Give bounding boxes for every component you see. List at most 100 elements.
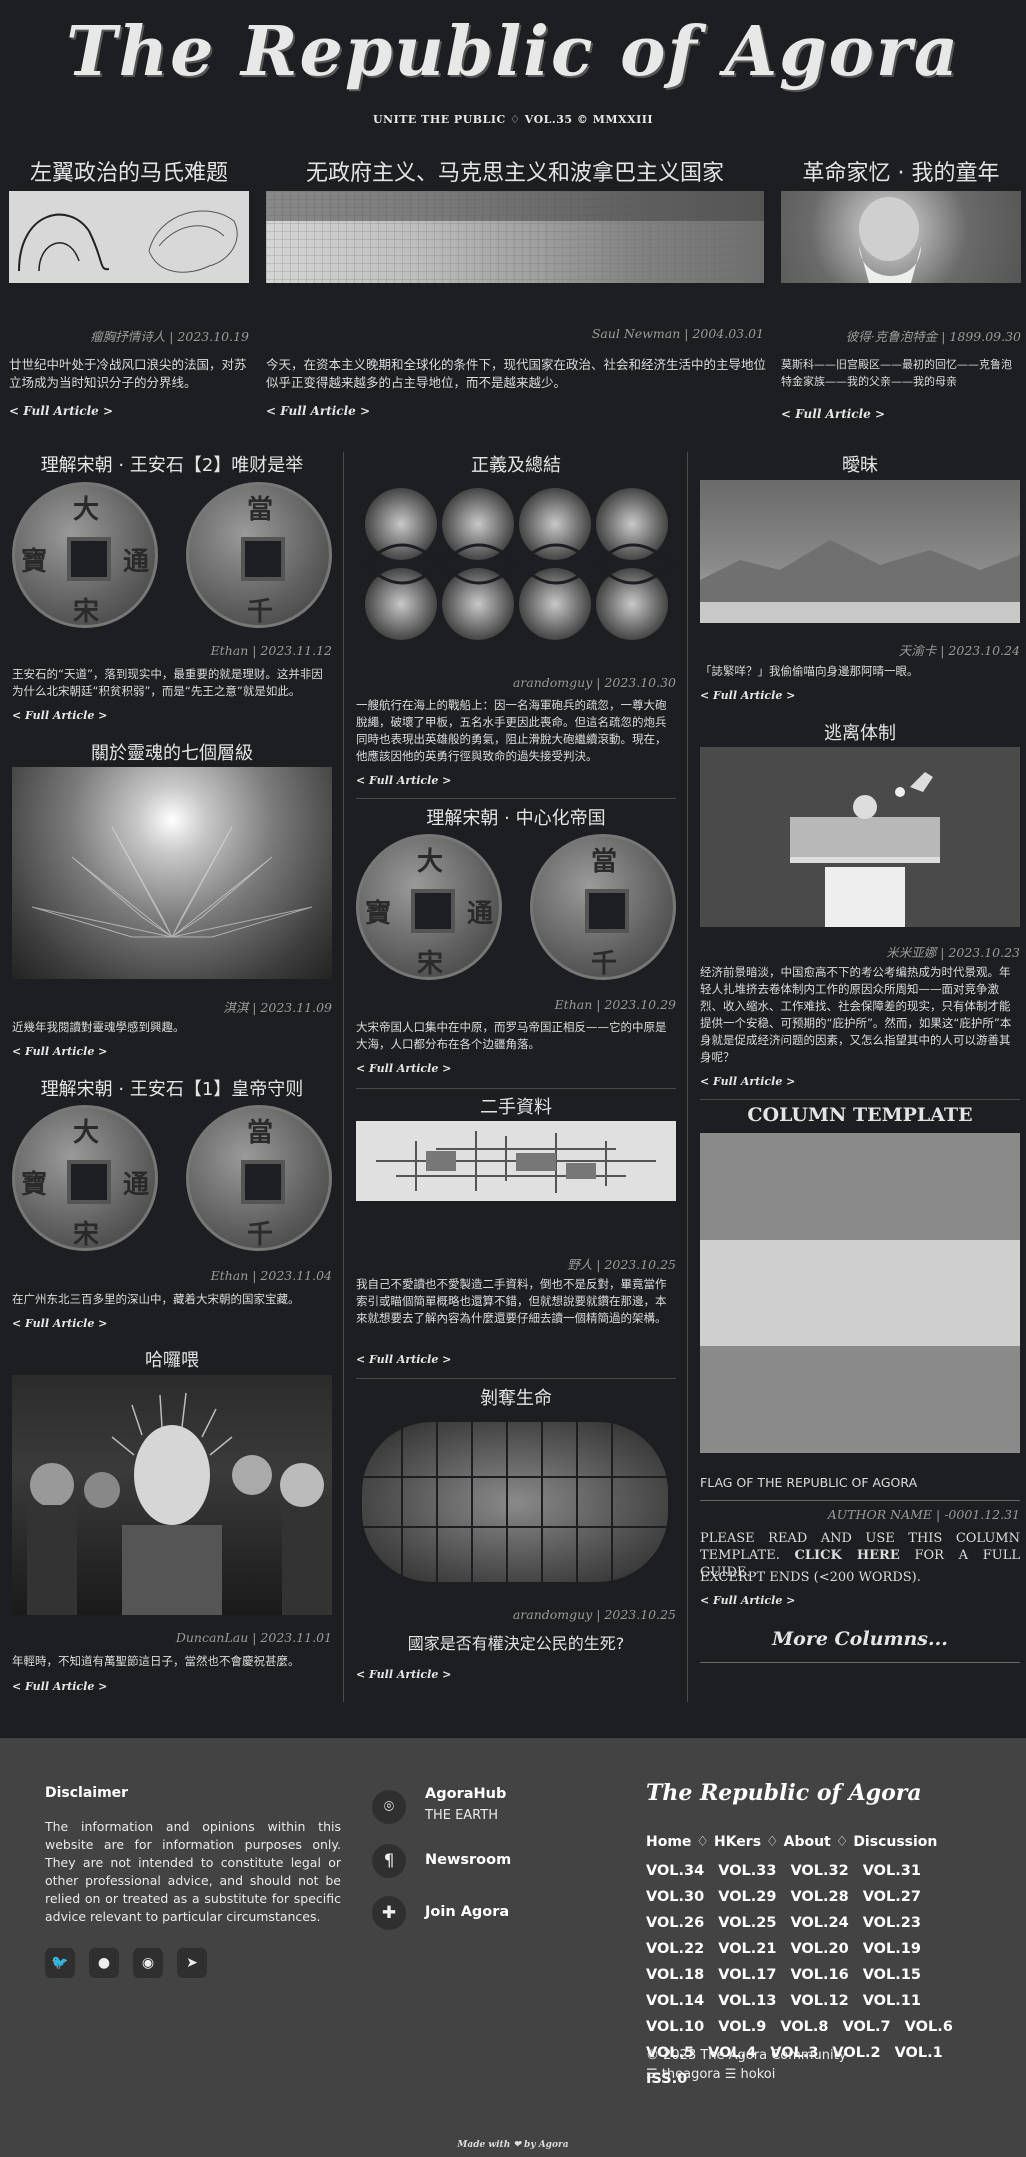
petal-pattern-illustration [364, 488, 674, 640]
article-image[interactable] [356, 486, 676, 641]
volume-link[interactable]: VOL.16 [790, 1962, 848, 1988]
tagline: UNITE THE PUBLIC ♢ VOL.35 © MMXXIII [372, 113, 654, 126]
site-footer: Disclaimer The information and opinions … [0, 1738, 1026, 2157]
volume-link[interactable]: VOL.20 [790, 1936, 848, 1962]
full-article-link[interactable]: < Full Article > [12, 1317, 107, 1330]
article-image[interactable] [266, 191, 764, 283]
column-divider [343, 452, 344, 1702]
volume-link[interactable]: VOL.14 [646, 1988, 704, 2014]
article-title[interactable]: 理解宋朝 · 王安石【2】唯财是举 [12, 451, 332, 477]
more-columns-link[interactable]: More Columns... [700, 1628, 1020, 1650]
article-title[interactable]: 正義及總結 [356, 451, 676, 477]
social-links: 🐦 ● ◉ ➤ [45, 1948, 207, 1978]
full-article-link[interactable]: < Full Article > [781, 407, 885, 421]
volume-link[interactable]: VOL.25 [718, 1910, 776, 1936]
article-meta: Saul Newman | 2004.03.01 [591, 326, 764, 341]
volume-link[interactable]: VOL.17 [718, 1962, 776, 1988]
footer-link-newsroom[interactable]: Newsroom [425, 1852, 511, 1868]
coin-image[interactable]: 大通寶宋 當千 [12, 482, 332, 628]
article-title[interactable]: 无政府主义、马克思主义和波拿巴主义国家 [266, 155, 764, 187]
volume-link[interactable]: VOL.21 [718, 1936, 776, 1962]
volume-link[interactable]: VOL.12 [790, 1988, 848, 2014]
full-article-link[interactable]: < Full Article > [9, 404, 113, 418]
article-title[interactable]: 理解宋朝 · 中心化帝国 [356, 804, 676, 830]
article-title[interactable]: 理解宋朝 · 王安石【1】皇帝守则 [12, 1075, 332, 1101]
coin-image[interactable]: 大通寶宋 當千 [12, 1105, 332, 1251]
article-meta: 淇淇 | 2023.11.09 [223, 1000, 332, 1015]
article-title[interactable]: 逃离体制 [700, 719, 1020, 745]
volume-link[interactable]: VOL.8 [780, 2014, 828, 2040]
article-excerpt-end: EXCERPT ENDS (<200 WORDS). [700, 1570, 921, 1585]
full-article-link[interactable]: < Full Article > [12, 1045, 107, 1058]
full-article-link[interactable]: < Full Article > [12, 1680, 107, 1693]
volume-link[interactable]: VOL.18 [646, 1962, 704, 1988]
full-article-link[interactable]: < Full Article > [356, 1062, 451, 1075]
volume-link[interactable]: VOL.19 [863, 1936, 921, 1962]
volume-link[interactable]: VOL.28 [790, 1884, 848, 1910]
article-image[interactable] [781, 191, 1021, 283]
article-excerpt: 廿世纪中叶处于冷战风口浪尖的法国，对苏立场成为当时知识分子的分界线。 [9, 357, 247, 390]
nav-home[interactable]: Home [646, 1834, 691, 1850]
site-logo[interactable]: The Republic of Agora [0, 12, 1026, 92]
footer-link-join[interactable]: Join Agora [425, 1904, 509, 1920]
article-title[interactable]: 剝奪生命 [356, 1384, 676, 1410]
volume-link[interactable]: VOL.23 [863, 1910, 921, 1936]
article-title[interactable]: 革命家忆 · 我的童年 [781, 155, 1021, 187]
volume-link[interactable]: VOL.13 [718, 1988, 776, 2014]
full-article-link[interactable]: < Full Article > [356, 1668, 451, 1681]
nav-about[interactable]: About [784, 1834, 831, 1850]
nav-hkers[interactable]: HKers [714, 1834, 761, 1850]
reddit-icon[interactable]: ◉ [133, 1948, 163, 1978]
nav-discussion[interactable]: Discussion [853, 1834, 937, 1850]
location-pin-icon: ⌾ [372, 1790, 406, 1824]
volume-link[interactable]: VOL.15 [863, 1962, 921, 1988]
guide-link[interactable]: CLICK HERE [795, 1548, 900, 1563]
volume-link[interactable]: VOL.31 [863, 1858, 921, 1884]
article-image[interactable] [12, 767, 332, 979]
article-title[interactable]: 二手資料 [356, 1093, 676, 1119]
divider [356, 1088, 676, 1089]
article-image[interactable] [362, 1422, 668, 1582]
article-title[interactable]: 哈囉喂 [12, 1346, 332, 1372]
volume-link[interactable]: VOL.26 [646, 1910, 704, 1936]
article-image[interactable] [700, 747, 1020, 927]
volume-link[interactable]: VOL.7 [843, 2014, 891, 2040]
volume-link[interactable]: VOL.10 [646, 2014, 704, 2040]
abstract-grid-illustration [376, 1131, 656, 1193]
footer-logo[interactable]: The Republic of Agora [646, 1780, 922, 1806]
github-icon[interactable]: ● [89, 1948, 119, 1978]
article-title[interactable]: 曖昧 [700, 451, 1020, 477]
volume-link[interactable]: VOL.34 [646, 1858, 704, 1884]
article-image[interactable] [12, 1375, 332, 1615]
volume-link[interactable]: VOL.27 [863, 1884, 921, 1910]
full-article-link[interactable]: < Full Article > [266, 404, 370, 418]
volume-link[interactable]: VOL.30 [646, 1884, 704, 1910]
volume-link[interactable]: VOL.24 [790, 1910, 848, 1936]
volume-link[interactable]: VOL.29 [718, 1884, 776, 1910]
divider [356, 798, 676, 799]
article-title[interactable]: 左翼政治的马氏难题 [9, 155, 249, 187]
volume-link[interactable]: VOL.6 [905, 2014, 953, 2040]
telegram-icon[interactable]: ➤ [177, 1948, 207, 1978]
article-title[interactable]: 關於靈魂的七個層級 [12, 739, 332, 765]
footer-link-agorahub[interactable]: AgoraHub [425, 1786, 506, 1802]
twitter-icon[interactable]: 🐦 [45, 1948, 75, 1978]
full-article-link[interactable]: < Full Article > [356, 774, 451, 787]
article-image[interactable] [700, 480, 1020, 623]
full-article-link[interactable]: < Full Article > [356, 1353, 451, 1366]
full-article-link[interactable]: < Full Article > [700, 689, 795, 702]
article-title[interactable]: COLUMN TEMPLATE [700, 1104, 1020, 1126]
volume-link[interactable]: VOL.33 [718, 1858, 776, 1884]
volume-link[interactable]: VOL.1 [895, 2040, 943, 2066]
volume-link[interactable]: VOL.22 [646, 1936, 704, 1962]
article-image[interactable] [9, 191, 249, 283]
coin-image[interactable]: 大通寶宋 當千 [356, 834, 676, 980]
full-article-link[interactable]: < Full Article > [12, 709, 107, 722]
article-image[interactable] [356, 1121, 676, 1201]
volume-link[interactable]: VOL.9 [718, 2014, 766, 2040]
flag-image[interactable] [700, 1133, 1020, 1453]
full-article-link[interactable]: < Full Article > [700, 1594, 795, 1607]
volume-link[interactable]: VOL.32 [790, 1858, 848, 1884]
volume-link[interactable]: VOL.11 [863, 1988, 921, 2014]
full-article-link[interactable]: < Full Article > [700, 1075, 795, 1088]
